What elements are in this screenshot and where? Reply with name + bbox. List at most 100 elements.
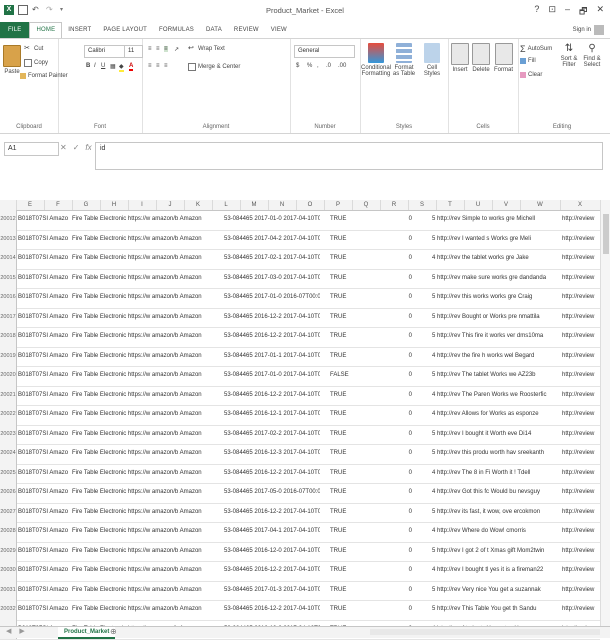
- cell[interactable]: 5 http://rev its fast, it wow, ove ercok…: [432, 503, 556, 523]
- prev-sheet-icon[interactable]: ◀: [6, 627, 11, 637]
- row-number[interactable]: 20032: [0, 600, 17, 620]
- row-number[interactable]: 20014: [0, 249, 17, 269]
- row-number[interactable]: 20031: [0, 581, 17, 601]
- cell[interactable]: Fire Table Electronic https://w amazon/b…: [72, 581, 220, 601]
- row-number[interactable]: 20013: [0, 230, 17, 250]
- cell[interactable]: http://review: [562, 581, 600, 601]
- cell[interactable]: 0: [396, 444, 412, 464]
- cell[interactable]: http://review: [562, 405, 600, 425]
- cell[interactable]: TRUE: [330, 483, 352, 503]
- cell[interactable]: 0: [396, 327, 412, 347]
- cell[interactable]: http://review: [562, 230, 600, 250]
- row-number[interactable]: 20016: [0, 288, 17, 308]
- column-header[interactable]: O: [296, 200, 325, 210]
- cell[interactable]: 0: [396, 503, 412, 523]
- sheet-tab[interactable]: Product_Market: [58, 627, 115, 639]
- tab-home[interactable]: HOME: [29, 22, 62, 39]
- cell[interactable]: 53-084465 2016-12-2 2017-04-10T00:00:00: [224, 561, 320, 581]
- cell[interactable]: 0: [396, 249, 412, 269]
- cell[interactable]: TRUE: [330, 581, 352, 601]
- cell[interactable]: 0: [396, 210, 412, 230]
- align-right-icon[interactable]: ≡: [164, 63, 168, 69]
- cell[interactable]: 0: [396, 542, 412, 562]
- cell[interactable]: 0: [396, 366, 412, 386]
- column-header[interactable]: K: [184, 200, 213, 210]
- row-number[interactable]: 20012: [0, 210, 17, 230]
- cell[interactable]: 5 http://rev I wanted s Works gre Meli: [432, 230, 556, 250]
- cell[interactable]: Fire Table Electronic https://w amazon/b…: [72, 405, 220, 425]
- cell[interactable]: http://review: [562, 444, 600, 464]
- clear-button[interactable]: Clear: [520, 72, 542, 78]
- cell[interactable]: 5 http://rev The tablet Works we AZ23b: [432, 366, 556, 386]
- cell[interactable]: 5 http://rev This fire it works ver dms1…: [432, 327, 556, 347]
- merge-center-button[interactable]: Merge & Center: [188, 63, 240, 71]
- cell[interactable]: 0: [396, 425, 412, 445]
- cell[interactable]: TRUE: [330, 444, 352, 464]
- cell[interactable]: 53-084465 2017-03-0 2017-04-10T00:00:00: [224, 269, 320, 289]
- cell[interactable]: TRUE: [330, 308, 352, 328]
- cell[interactable]: 53-084465 2016-12-2 2017-04-10T00:00:00: [224, 600, 320, 620]
- cell[interactable]: http://review: [562, 425, 600, 445]
- help-icon[interactable]: ?: [534, 4, 539, 20]
- cell[interactable]: 0: [396, 269, 412, 289]
- delete-cells-button[interactable]: Delete: [472, 43, 490, 73]
- cell[interactable]: B018T07SI Amazon: [18, 366, 68, 386]
- cell[interactable]: 0: [396, 581, 412, 601]
- cell[interactable]: Fire Table Electronic https://w amazon/b…: [72, 464, 220, 484]
- cell[interactable]: 0: [396, 386, 412, 406]
- cell[interactable]: 53-084465 2017-04-2 2017-04-10T00:00:00: [224, 230, 320, 250]
- cell[interactable]: 0: [396, 230, 412, 250]
- cell[interactable]: 0: [396, 483, 412, 503]
- cell[interactable]: Fire Table Electronic https://w amazon/b…: [72, 210, 220, 230]
- column-header[interactable]: V: [492, 200, 521, 210]
- cell[interactable]: 5 http://rev make sure works gre dandand…: [432, 269, 556, 289]
- cell[interactable]: Fire Table Electronic https://w amazon/b…: [72, 249, 220, 269]
- tab-formulas[interactable]: FORMULAS: [153, 22, 200, 38]
- column-header[interactable]: P: [324, 200, 353, 210]
- row-number[interactable]: 20021: [0, 386, 17, 406]
- cell[interactable]: Fire Table Electronic https://w amazon/b…: [72, 600, 220, 620]
- cell[interactable]: Fire Table Electronic https://w amazon/b…: [72, 483, 220, 503]
- cell[interactable]: Fire Table Electronic https://w amazon/b…: [72, 542, 220, 562]
- insert-cells-button[interactable]: Insert: [451, 43, 469, 73]
- wrap-text-button[interactable]: ↩ Wrap Text: [188, 45, 225, 53]
- column-header[interactable]: L: [212, 200, 241, 210]
- cell[interactable]: 53-084465 2017-01-0 2017-04-10T00:00:00: [224, 366, 320, 386]
- cell[interactable]: http://review: [562, 483, 600, 503]
- cell[interactable]: B018T07SI Amazon: [18, 230, 68, 250]
- cell[interactable]: B018T07SI Amazon: [18, 600, 68, 620]
- tab-review[interactable]: REVIEW: [228, 22, 265, 38]
- cell[interactable]: Fire Table Electronic https://w amazon/b…: [72, 308, 220, 328]
- cell[interactable]: 4 http://rev the tablet works gre Jake: [432, 249, 556, 269]
- comma-icon[interactable]: ,: [317, 63, 319, 69]
- cell[interactable]: 0: [396, 600, 412, 620]
- cell[interactable]: http://review: [562, 561, 600, 581]
- cell[interactable]: 4 http://rev I bought tl yes it is a fir…: [432, 561, 556, 581]
- minimize-icon[interactable]: –: [565, 4, 570, 20]
- cell[interactable]: http://review: [562, 249, 600, 269]
- increase-decimal-icon[interactable]: .0: [326, 63, 331, 69]
- cell[interactable]: TRUE: [330, 464, 352, 484]
- cell[interactable]: 5 http://rev Simple to works gre Michell: [432, 210, 556, 230]
- cell[interactable]: http://review: [562, 503, 600, 523]
- row-number[interactable]: 20025: [0, 464, 17, 484]
- cell[interactable]: B018T07SI Amazon: [18, 308, 68, 328]
- cell[interactable]: Fire Table Electronic https://w amazon/b…: [72, 561, 220, 581]
- vertical-scrollbar[interactable]: [600, 200, 610, 626]
- copy-button[interactable]: Copy: [24, 59, 48, 67]
- cell[interactable]: Fire Table Electronic https://w amazon/b…: [72, 327, 220, 347]
- cell[interactable]: Fire Table Electronic https://w amazon/b…: [72, 444, 220, 464]
- cell[interactable]: 0: [396, 561, 412, 581]
- cell[interactable]: TRUE: [330, 561, 352, 581]
- cell[interactable]: B018T07SI Amazon: [18, 249, 68, 269]
- cell[interactable]: 53-084465 2016-12-3 2017-04-10T00:00:00: [224, 444, 320, 464]
- cell[interactable]: Fire Table Electronic https://w amazon/b…: [72, 288, 220, 308]
- underline-button[interactable]: U: [101, 63, 105, 69]
- cell[interactable]: B018T07SI Amazon: [18, 581, 68, 601]
- cell[interactable]: 53-084465 2016-12-0 2017-04-10T00:00:00: [224, 542, 320, 562]
- cell[interactable]: 4 http://rev Where do Wow! cmorris: [432, 522, 556, 542]
- align-center-icon[interactable]: ≡: [156, 63, 160, 69]
- cell[interactable]: http://review: [562, 210, 600, 230]
- cell[interactable]: 4 http://rev The 8 in Fi Worth it ! Tdel…: [432, 464, 556, 484]
- row-number[interactable]: 20023: [0, 425, 17, 445]
